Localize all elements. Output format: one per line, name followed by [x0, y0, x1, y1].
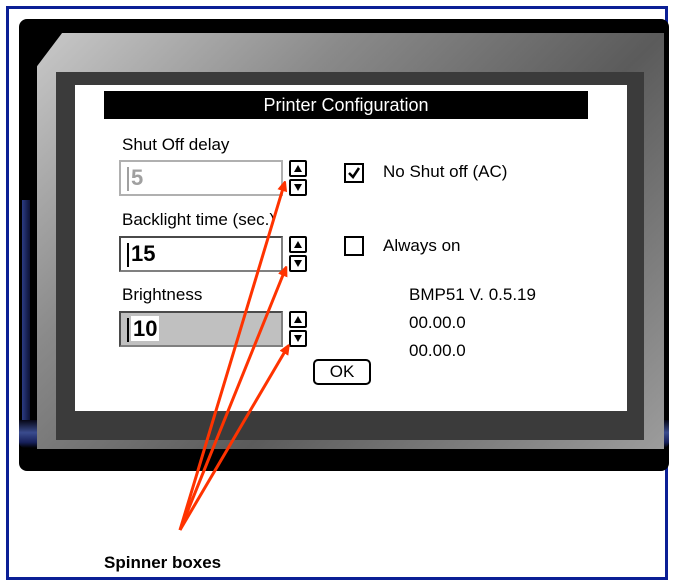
callout-arrow	[178, 348, 287, 531]
callout-arrows	[178, 0, 676, 531]
callout-arrow	[178, 185, 284, 531]
callout-caption: Spinner boxes	[104, 553, 222, 572]
callout-arrow	[178, 270, 285, 531]
